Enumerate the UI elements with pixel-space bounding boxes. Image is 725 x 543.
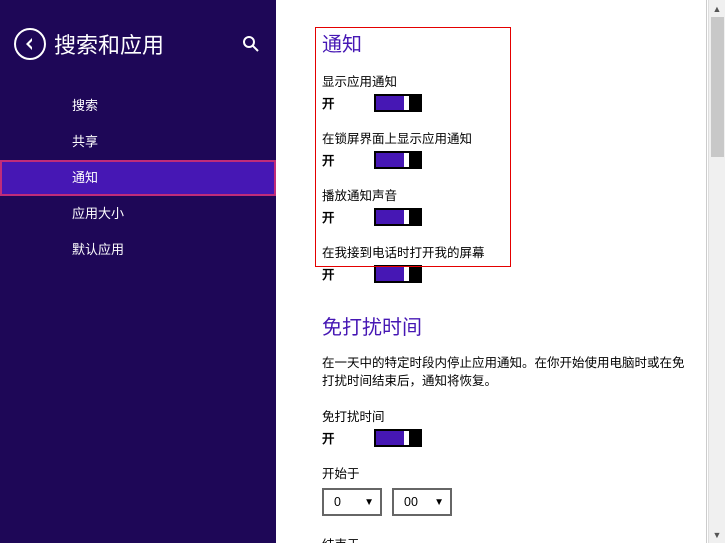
toggle-quiet-hours[interactable] — [374, 429, 422, 447]
toggle-show-app-notifications[interactable] — [374, 94, 422, 112]
sidebar-header: 搜索和应用 — [0, 28, 276, 78]
toggle-screen-on-call[interactable] — [374, 265, 422, 283]
scrollbar[interactable]: ▲ ▼ — [708, 0, 725, 543]
setting-label: 免打扰时间 — [322, 406, 686, 425]
scroll-up-arrow[interactable]: ▲ — [709, 0, 725, 17]
sidebar-nav: 搜索 共享 通知 应用大小 默认应用 — [0, 78, 276, 268]
quiet-hours-description: 在一天中的特定时段内停止应用通知。在你开始使用电脑时或在免打扰时间结束后，通知将… — [322, 354, 686, 390]
sidebar: 搜索和应用 搜索 共享 通知 应用大小 默认应用 — [0, 0, 276, 543]
section-title-notifications: 通知 — [322, 28, 686, 57]
sidebar-title: 搜索和应用 — [54, 28, 242, 60]
sidebar-item-notifications[interactable]: 通知 — [0, 160, 276, 196]
sidebar-item-app-size[interactable]: 应用大小 — [0, 196, 276, 232]
start-time-selects: 0 ▼ 00 ▼ — [322, 488, 686, 516]
setting-label: 在我接到电话时打开我的屏幕 — [322, 242, 686, 261]
start-minute-select[interactable]: 00 ▼ — [392, 488, 452, 516]
content-panel: 通知 显示应用通知 开 在锁屏界面上显示应用通知 开 播放通知声音 开 在我接到… — [276, 0, 706, 543]
toggle-state: 开 — [322, 264, 374, 283]
setting-screen-on-call: 在我接到电话时打开我的屏幕 开 — [322, 242, 686, 283]
scroll-down-arrow[interactable]: ▼ — [709, 526, 725, 543]
setting-label: 播放通知声音 — [322, 185, 686, 204]
toggle-state: 开 — [322, 428, 374, 447]
setting-label: 显示应用通知 — [322, 71, 686, 90]
toggle-state: 开 — [322, 150, 374, 169]
setting-lockscreen-notifications: 在锁屏界面上显示应用通知 开 — [322, 128, 686, 169]
arrow-left-icon — [22, 36, 38, 52]
toggle-state: 开 — [322, 207, 374, 226]
chevron-down-icon: ▼ — [364, 497, 374, 508]
toggle-notification-sound[interactable] — [374, 208, 422, 226]
toggle-state: 开 — [322, 93, 374, 112]
chevron-down-icon: ▼ — [434, 497, 444, 508]
start-hour-select[interactable]: 0 ▼ — [322, 488, 382, 516]
setting-label: 在锁屏界面上显示应用通知 — [322, 128, 686, 147]
setting-notification-sound: 播放通知声音 开 — [322, 185, 686, 226]
sidebar-item-search[interactable]: 搜索 — [0, 88, 276, 124]
setting-quiet-hours: 免打扰时间 开 — [322, 406, 686, 447]
select-value: 0 — [334, 495, 341, 509]
end-time-label: 结束于 — [322, 534, 686, 543]
sidebar-item-share[interactable]: 共享 — [0, 124, 276, 160]
section-title-quiet-hours: 免打扰时间 — [322, 311, 686, 340]
select-value: 00 — [404, 495, 418, 509]
setting-show-app-notifications: 显示应用通知 开 — [322, 71, 686, 112]
toggle-lockscreen-notifications[interactable] — [374, 151, 422, 169]
sidebar-item-default-apps[interactable]: 默认应用 — [0, 232, 276, 268]
search-icon[interactable] — [242, 35, 260, 53]
start-time-label: 开始于 — [322, 463, 686, 482]
scroll-thumb[interactable] — [711, 17, 724, 157]
back-button[interactable] — [14, 28, 46, 60]
